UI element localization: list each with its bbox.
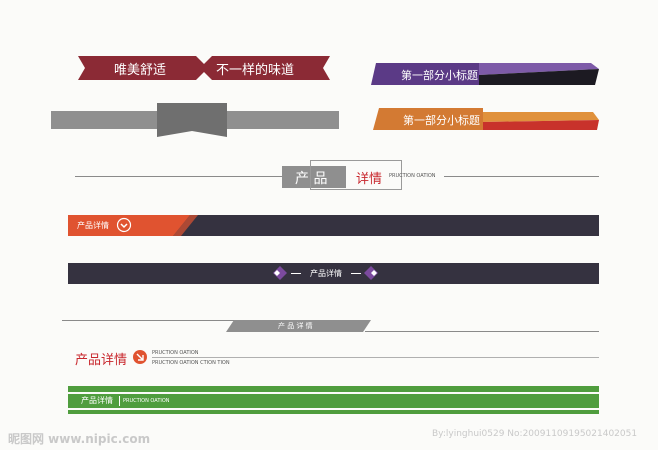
orange-dark-bar: 产品详情 [68,215,599,236]
gray-skew-line-top [62,320,234,321]
purple-tag: 第一部分小标题 [371,63,599,85]
orange-dark-bar-shape [68,215,599,236]
banner-product-title: 详情 [356,172,383,187]
gray-skew-label: 产 品 详 情 [278,322,313,330]
dark-bar-label: 产品详情 [310,269,342,278]
ribbon-left-text: 唯美舒适 [114,63,167,78]
red-title-sub2: PRUCTION OATION CTION TION [152,360,230,366]
watermark-right: By:lyinghui0529 No:20091109195021402051 [432,429,638,439]
orange-bar-label: 产品详情 [77,221,109,230]
banner-product-left-line [75,176,282,177]
chevron-down-circle-icon [116,217,132,233]
arrow-down-right-circle-icon [132,349,148,365]
red-title-line [152,357,599,358]
green-bar-divider [119,396,120,406]
watermark-left: 昵图网 www.nipic.com [8,432,151,446]
red-title: 产品详情 [75,353,128,368]
gray-bow-banner [51,103,339,137]
dark-diamond-bar: 产品详情 [68,263,599,284]
gray-skew-line-bottom [365,331,599,332]
maroon-ribbon: 唯美舒适 不一样的味道 [70,56,338,80]
gray-skew-bar: 产 品 详 情 [226,320,371,332]
ribbon-right-text: 不一样的味道 [216,63,295,78]
diamond-icon-right [363,265,379,281]
red-title-sub1: PRUCTION OATION [152,350,199,356]
green-bar: 产品详情 PRUCTION OATION [68,386,599,414]
orange-tag-label: 第一部分小标题 [403,114,480,127]
banner-product-right-line [444,176,599,177]
purple-tag-label: 第一部分小标题 [401,69,478,82]
dash-left [291,273,301,274]
green-bar-label: 产品详情 [81,396,113,405]
maroon-ribbon-shape [78,56,330,80]
banner-product-sub: PRUCTION OATION [389,173,436,179]
gray-bow-shape [51,103,339,137]
orange-tag: 第一部分小标题 [373,108,599,130]
diamond-icon-left [272,265,288,281]
dash-right [351,273,361,274]
green-bar-sub: PRUCTION OATION [123,398,170,404]
